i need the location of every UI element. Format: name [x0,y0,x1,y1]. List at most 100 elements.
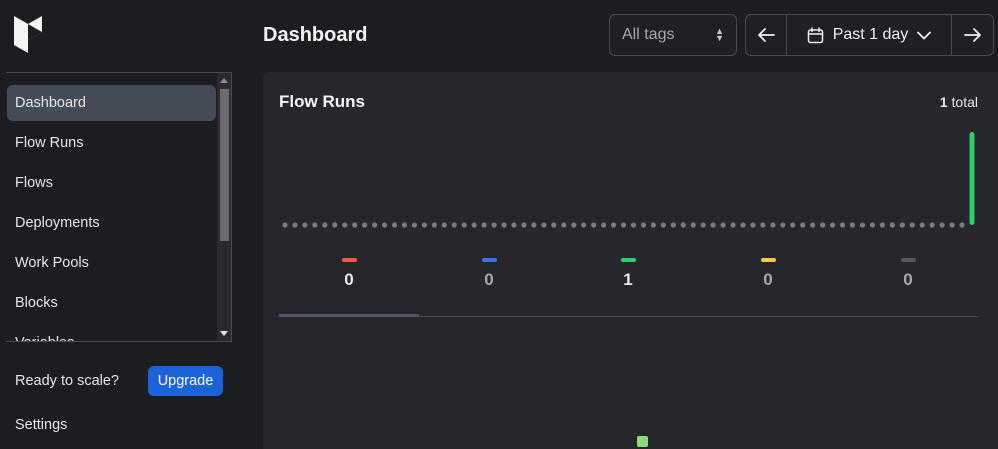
sidebar: Dashboard Flow Runs Flows Deployments Work P… [0,0,232,449]
chart-point [481,222,487,228]
upgrade-button[interactable]: Upgrade [148,366,223,396]
chart-point [381,222,388,228]
state-swatch [620,258,636,262]
sidebar-item-flows[interactable]: Flows [7,165,216,201]
chart-point [720,222,726,228]
flow-runs-card: Flow Runs 1 total 00100 [263,72,998,449]
chart-point [531,222,537,228]
chart-point [949,222,955,228]
chevron-down-icon [917,31,932,39]
sidebar-nav: Dashboard Flow Runs Flows Deployments Work P… [6,72,232,342]
chart-point [421,222,427,228]
previous-range-button[interactable] [746,15,787,55]
state-count: 0 [344,270,354,289]
state-swatch [900,258,916,262]
state-stat[interactable]: 0 [698,258,838,290]
state-stat[interactable]: 1 [558,258,698,290]
chart-point [830,222,836,228]
chart-point [650,222,656,228]
chart-point [690,222,696,228]
state-swatch [760,258,776,262]
active-tab-indicator[interactable] [279,314,419,317]
chart-point [620,222,627,228]
scroll-thumb[interactable] [220,89,229,241]
chart-point [491,222,497,228]
chart-point [391,222,398,228]
chart-point [919,222,925,228]
next-range-button[interactable] [952,15,993,55]
chart-point [710,222,716,228]
chart-point [292,222,298,228]
chart-point [909,222,915,228]
chart-point [790,222,796,228]
sidebar-item-variables[interactable]: Variables [7,325,216,341]
chart-point [591,222,597,228]
chart-point [342,222,348,228]
state-stat[interactable]: 0 [419,258,559,290]
chart-point [511,222,517,228]
nav-list: Dashboard Flow Runs Flows Deployments Work P… [7,85,216,341]
chart-point [451,222,457,228]
range-dropdown-button[interactable]: Past 1 day [787,15,953,55]
chart-bar[interactable] [969,132,975,225]
sidebar-item-work-pools[interactable]: Work Pools [7,245,216,281]
chart-point [322,222,328,228]
chart-point [839,222,846,228]
chart-point [660,222,666,228]
chart-point [601,222,607,228]
calendar-icon [807,26,823,43]
chart-point [302,222,308,228]
sidebar-item-dashboard[interactable]: Dashboard [7,85,216,121]
total-label: total [951,94,978,110]
chart-point [640,222,647,228]
chart-point [899,222,905,228]
chart-point [441,222,447,228]
sidebar-item-flow-runs[interactable]: Flow Runs [7,125,216,161]
chart-point [849,222,856,228]
sidebar-item-blocks[interactable]: Blocks [7,285,216,321]
chart-point [571,222,577,228]
chart-point [929,222,935,228]
chart-point [541,222,547,228]
chart-point [770,222,776,228]
flow-runs-title: Flow Runs [279,92,365,111]
tags-select[interactable]: All tags ▲ ▼ [609,14,737,56]
chart-point [780,222,786,228]
chart-point [332,222,338,228]
chart-point [879,222,885,228]
chart-point [312,222,318,228]
chart-point [282,222,288,228]
chart-point [581,222,587,228]
scroll-down-icon[interactable] [220,331,228,336]
range-label: Past 1 day [832,26,909,43]
chart-point [730,222,736,228]
chart-point [362,222,368,228]
chart-point [501,222,507,228]
chart-point [820,222,826,228]
arrow-right-icon [963,28,981,42]
mini-chart-marker [637,436,648,447]
sidebar-scrollbar[interactable] [217,73,231,341]
settings-link[interactable]: Settings [15,417,67,433]
flow-runs-chart [282,132,975,228]
state-swatch [481,258,497,262]
prefect-logo-icon[interactable] [14,16,42,53]
chart-point [939,222,945,228]
state-count: 0 [763,270,773,289]
upgrade-row: Ready to scale? Upgrade [15,366,225,396]
chart-point [750,222,756,228]
scroll-up-icon[interactable] [220,78,228,83]
chart-point [859,222,866,228]
chart-point [401,222,408,228]
chart-point [810,222,816,228]
chart-point [869,222,876,228]
chart-point [740,222,746,228]
chart-point [959,222,965,228]
state-count: 0 [484,270,494,289]
state-stat[interactable]: 0 [279,258,419,290]
sidebar-item-deployments[interactable]: Deployments [7,205,216,241]
chart-point [461,222,467,228]
chart-point [471,222,477,228]
chart-point [630,222,637,228]
state-stat[interactable]: 0 [838,258,978,290]
